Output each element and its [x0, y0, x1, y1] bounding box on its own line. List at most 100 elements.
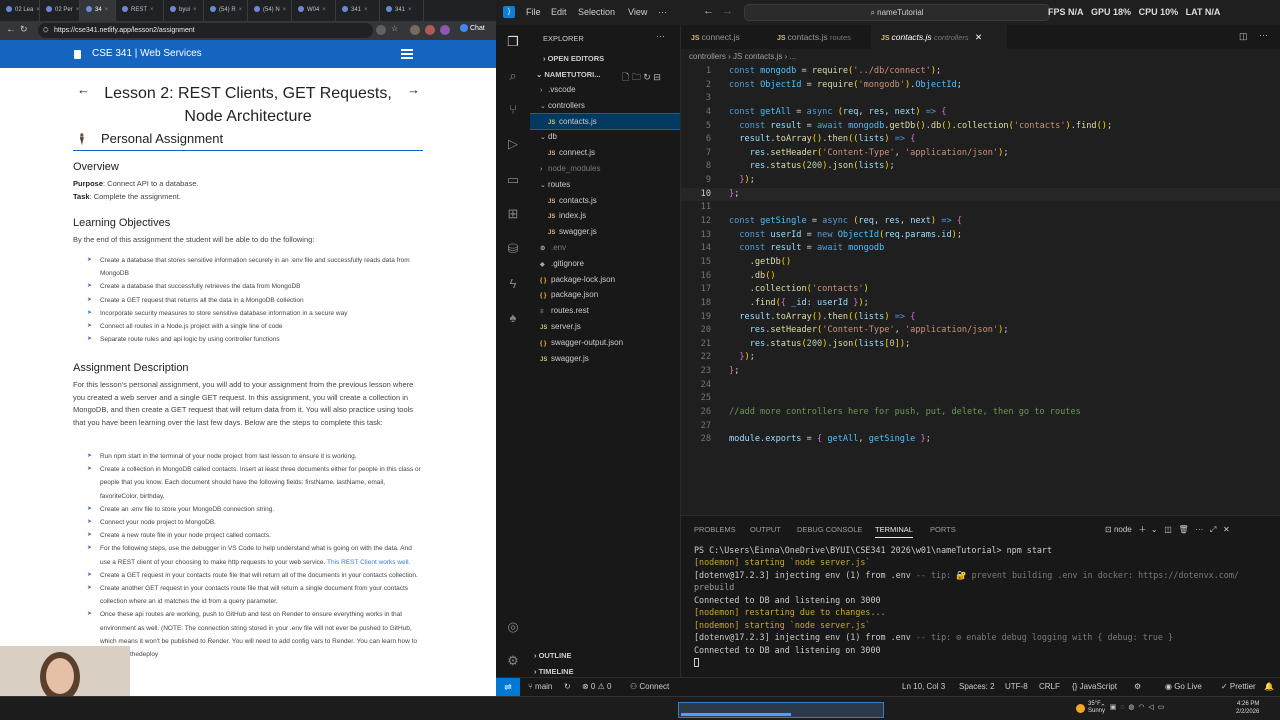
- browser-tab[interactable]: 341 ×: [336, 0, 380, 21]
- code-line[interactable]: 2 const ObjectId = require('mongodb').Obj…: [681, 79, 1280, 93]
- folder-item[interactable]: › .vscode: [530, 82, 680, 98]
- site-info-icon[interactable]: ⛭: [43, 23, 49, 38]
- remote-explorer-icon[interactable]: ▭: [504, 171, 522, 189]
- file-item[interactable]: JS swagger.js: [530, 224, 680, 240]
- menu-file[interactable]: File: [526, 7, 541, 17]
- explorer-icon[interactable]: ❐: [504, 33, 522, 51]
- browser-tab[interactable]: (54) N ×: [248, 0, 292, 21]
- code-line[interactable]: 8 res.status(200).json(lists);: [681, 160, 1280, 174]
- menu-selection[interactable]: Selection: [578, 7, 615, 17]
- tray-app-icon[interactable]: ◌: [1120, 704, 1124, 711]
- close-tab-icon[interactable]: ×: [150, 7, 154, 13]
- thunder-client-icon[interactable]: ϟ: [504, 275, 522, 293]
- close-tab-icon[interactable]: ×: [105, 7, 109, 13]
- code-line[interactable]: 24: [681, 379, 1280, 393]
- code-line[interactable]: 1 const mongodb = require('../db/connect'…: [681, 65, 1280, 79]
- more-actions-icon[interactable]: ···: [656, 31, 665, 41]
- menu-edit[interactable]: Edit: [551, 7, 567, 17]
- tray-chevron-icon[interactable]: ⌃: [1100, 704, 1106, 711]
- trash-icon[interactable]: 🗑: [1178, 525, 1188, 534]
- folder-item[interactable]: ⌄ db: [530, 129, 680, 145]
- code-line[interactable]: 13 const userId = new ObjectId(req.param…: [681, 229, 1280, 243]
- code-line[interactable]: 9 });: [681, 174, 1280, 188]
- rest-client-link[interactable]: This REST Client works well.: [327, 559, 410, 566]
- code-line[interactable]: 16 .db(): [681, 270, 1280, 284]
- new-terminal-icon[interactable]: ＋: [1138, 525, 1146, 534]
- close-tab-icon[interactable]: ✕: [975, 32, 982, 42]
- panel-more-icon[interactable]: ···: [1195, 525, 1203, 534]
- problems-indicator[interactable]: ⊗ 0 ⚠ 0: [582, 682, 611, 691]
- folder-item[interactable]: ⌄ controllers: [530, 98, 680, 114]
- code-line[interactable]: 21 res.status(200).json(lists[0]);: [681, 338, 1280, 352]
- language-mode[interactable]: {} JavaScript: [1072, 682, 1117, 691]
- go-live-button[interactable]: ◉ Go Live: [1165, 682, 1202, 691]
- collapse-all-icon[interactable]: ⊟: [653, 72, 661, 82]
- file-item[interactable]: JS connect.js: [530, 145, 680, 161]
- chevron-down-icon[interactable]: ⌄: [1151, 525, 1158, 534]
- hamburger-menu-icon[interactable]: [401, 49, 413, 59]
- browser-tab[interactable]: 02 Per ×: [40, 0, 80, 21]
- code-line[interactable]: 6 result.toArray().then((lists) => {: [681, 133, 1280, 147]
- extension-icon[interactable]: [410, 25, 420, 35]
- outline-section[interactable]: › OUTLINE: [534, 651, 572, 660]
- reload-icon[interactable]: ↻: [20, 24, 28, 35]
- tray-app-icon[interactable]: ◍: [1128, 704, 1134, 711]
- folder-item[interactable]: › node_modules: [530, 161, 680, 177]
- indentation[interactable]: Spaces: 2: [959, 682, 995, 691]
- wifi-icon[interactable]: ◠: [1138, 704, 1144, 711]
- bookmark-star-icon[interactable]: ☆: [391, 24, 398, 33]
- new-folder-icon[interactable]: 🗀: [632, 72, 641, 82]
- account-icon[interactable]: ◎: [504, 618, 522, 636]
- close-tab-icon[interactable]: ×: [364, 7, 368, 13]
- code-line[interactable]: 22 });: [681, 351, 1280, 365]
- next-lesson-arrow-icon[interactable]: →: [407, 82, 420, 97]
- file-item[interactable]: { } swagger-output.json: [530, 335, 680, 351]
- clock[interactable]: 4:26 PM 2/2/2026: [1236, 700, 1259, 716]
- remote-indicator-icon[interactable]: ⇌: [496, 678, 520, 696]
- browser-tab[interactable]: W04 ×: [292, 0, 336, 21]
- terminal-name[interactable]: node: [1114, 525, 1132, 534]
- browser-tab[interactable]: 341 ×: [380, 0, 424, 21]
- browser-tab[interactable]: 02 Lea ×: [0, 0, 40, 21]
- site-title[interactable]: CSE 341 | Web Services: [92, 48, 202, 59]
- nav-forward-icon[interactable]: →: [722, 5, 733, 17]
- split-editor-icon[interactable]: ◫: [1239, 31, 1248, 42]
- line-ending[interactable]: CRLF: [1039, 682, 1060, 691]
- extension-icon[interactable]: [440, 25, 450, 35]
- prettier-indicator[interactable]: ✓ Prettier: [1221, 682, 1256, 691]
- tab-ports[interactable]: PORTS: [930, 525, 956, 534]
- file-item[interactable]: JS contacts.js: [530, 112, 680, 131]
- file-item[interactable]: JS swagger.js: [530, 351, 680, 367]
- tab-routes-contacts-js[interactable]: JS contacts.js routes: [767, 25, 871, 49]
- breadcrumb[interactable]: controllers › JS contacts.js › ...: [689, 52, 796, 61]
- timeline-section[interactable]: › TIMELINE: [534, 667, 574, 676]
- chat-button[interactable]: Chat: [460, 24, 485, 32]
- code-view[interactable]: 1 const mongodb = require('../db/connect'…: [681, 65, 1280, 447]
- settings-gear-icon[interactable]: ⚙: [504, 652, 522, 670]
- browser-tab[interactable]: (54) R ×: [204, 0, 248, 21]
- tab-debug-console[interactable]: DEBUG CONSOLE: [797, 525, 862, 534]
- open-editors-section[interactable]: › OPEN EDITORS: [543, 54, 604, 63]
- code-line[interactable]: 18 .find({ _id: userId });: [681, 297, 1280, 311]
- extension-icon[interactable]: [425, 25, 435, 35]
- close-tab-icon[interactable]: ×: [322, 7, 326, 13]
- close-tab-icon[interactable]: ×: [408, 7, 412, 13]
- sync-icon[interactable]: ↻: [564, 682, 571, 691]
- nav-back-icon[interactable]: ←: [703, 5, 714, 17]
- file-item[interactable]: ≡ routes.rest: [530, 303, 680, 319]
- tray-app-icon[interactable]: ▣: [1110, 704, 1117, 711]
- file-item[interactable]: { } package-lock.json: [530, 272, 680, 288]
- database-icon[interactable]: ⛁: [504, 240, 522, 258]
- file-item[interactable]: JS contacts.js: [530, 193, 680, 209]
- code-line[interactable]: 15 .getDb(): [681, 256, 1280, 270]
- file-item[interactable]: { } package.json: [530, 287, 680, 303]
- workspace-section[interactable]: ⌄ NAMETUTORI...: [536, 70, 601, 79]
- folder-item[interactable]: ⌄ routes: [530, 177, 680, 193]
- code-line[interactable]: 7 res.setHeader('Content-Type', 'applica…: [681, 147, 1280, 161]
- tab-terminal[interactable]: TERMINAL: [875, 525, 913, 538]
- close-tab-icon[interactable]: ×: [76, 7, 79, 13]
- split-terminal-icon[interactable]: ◫: [1164, 525, 1172, 534]
- battery-icon[interactable]: ▭: [1158, 704, 1165, 711]
- file-item[interactable]: JS index.js: [530, 208, 680, 224]
- close-tab-icon[interactable]: ×: [193, 7, 197, 13]
